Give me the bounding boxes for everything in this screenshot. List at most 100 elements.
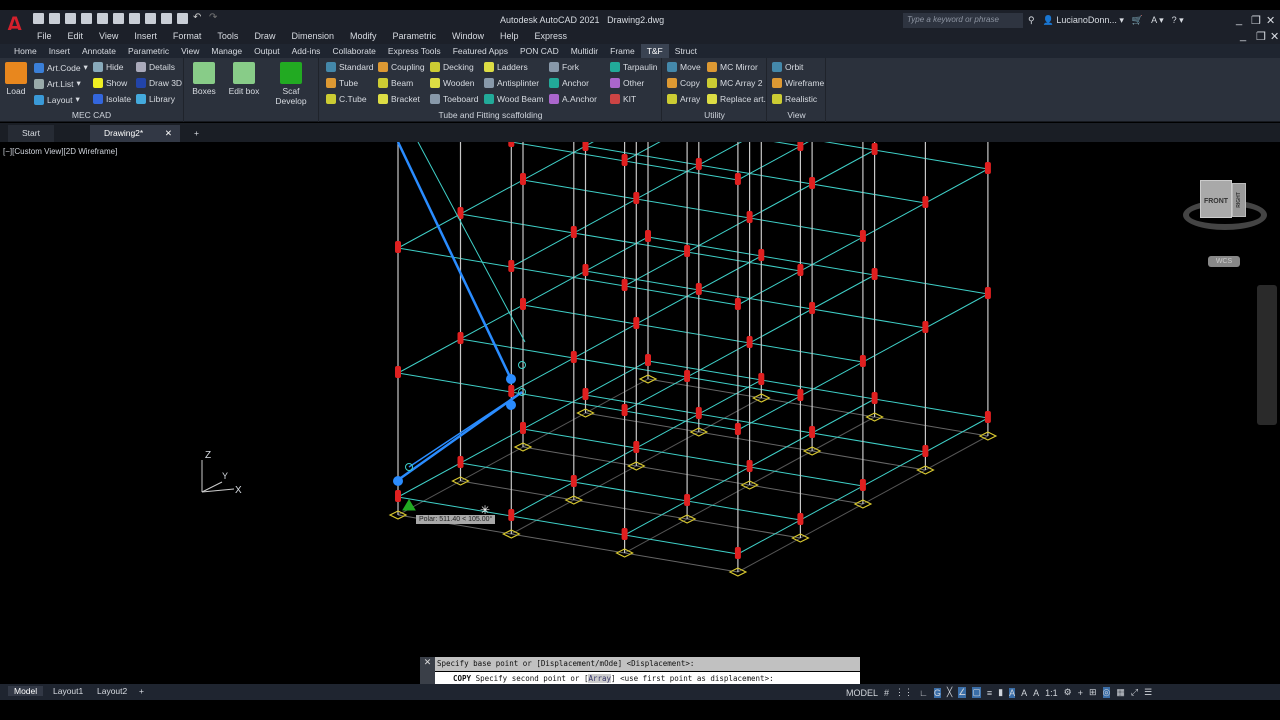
gear-icon[interactable]: ⚙ [1064,687,1072,698]
move-button[interactable]: Move [667,62,701,72]
ribbon-tab-manage[interactable]: Manage [205,44,248,58]
ribbon-tab-frame[interactable]: Frame [604,44,641,58]
draw-3d-button[interactable]: Draw 3D [136,78,182,88]
ribbon-tab-struct[interactable]: Struct [669,44,703,58]
ribbon-tab-express-tools[interactable]: Express Tools [382,44,447,58]
hide-button[interactable]: Hide [93,62,123,72]
menu-window[interactable]: Window [452,30,484,44]
cart-icon[interactable]: 🛒 [1132,15,1143,26]
doc-minimize-button[interactable]: _ [1240,30,1246,42]
add-layout-button[interactable]: + [139,686,144,696]
close-tab-icon[interactable]: ✕ [165,125,172,142]
tab-drawing2[interactable]: Drawing2* ✕ [90,125,180,142]
mc-array-2-button[interactable]: MC Array 2 [707,78,763,88]
bracket-button[interactable]: Bracket [378,94,420,104]
undo-icon[interactable]: ↶ [193,13,204,24]
annotation-visibility-icon[interactable]: A [1009,687,1016,698]
beam-button[interactable]: Beam [378,78,413,88]
match-icon[interactable] [177,13,188,24]
art-code-button[interactable]: Art.Code ▾ [34,62,88,73]
new-icon[interactable] [33,13,44,24]
ribbon-tab-pon-cad[interactable]: PON CAD [514,44,565,58]
fork-button[interactable]: Fork [549,62,579,72]
details-button[interactable]: Details [136,62,175,72]
plus-icon[interactable]: + [1078,688,1083,698]
menu-format[interactable]: Format [173,30,202,44]
art-list-button[interactable]: Art.List ▾ [34,78,81,89]
open-icon[interactable] [49,13,60,24]
doc-close-button[interactable]: ✕ [1270,30,1279,43]
ribbon-tab-add-ins[interactable]: Add-ins [286,44,327,58]
other-button[interactable]: Other [610,78,644,88]
menu-parametric[interactable]: Parametric [393,30,437,44]
properties-icon[interactable] [161,13,172,24]
layout-button[interactable]: Layout ▾ [34,94,80,105]
wcs-menu[interactable]: WCS [1208,256,1240,267]
fullscreen-icon[interactable]: ⤢ [1131,687,1138,698]
tab-start[interactable]: Start [8,125,54,142]
osnap-tracking-icon[interactable]: ∠ [958,687,967,698]
array-button[interactable]: Array [667,94,700,104]
tube-button[interactable]: Tube [326,78,358,88]
ribbon-tab-t-f[interactable]: T&F [640,44,669,58]
search-input[interactable]: Type a keyword or phrase [903,13,1023,28]
isodraft-icon[interactable]: ╳ [947,687,952,698]
load-button[interactable]: Load [4,62,28,96]
new-tab-button[interactable]: + [180,125,213,142]
toeboard-button[interactable]: Toeboard [430,94,478,104]
wood-beam-button[interactable]: Wood Beam [484,94,544,104]
boxes-button[interactable]: Boxes [189,62,219,96]
scaf-develop-button[interactable]: Scaf Develop [267,62,315,106]
lineweight-icon[interactable]: ≡ [987,688,992,698]
menu-insert[interactable]: Insert [134,30,157,44]
menu-tools[interactable]: Tools [217,30,238,44]
menu-view[interactable]: View [99,30,118,44]
ribbon-tab-collaborate[interactable]: Collaborate [326,44,381,58]
hardware-icon[interactable]: ▦ [1116,687,1125,698]
ribbon-tab-home[interactable]: Home [8,44,43,58]
a-anchor-button[interactable]: A.Anchor [549,94,597,104]
command-close-icon[interactable]: ✕ [420,657,435,686]
ribbon-tab-insert[interactable]: Insert [43,44,76,58]
menu-draw[interactable]: Draw [254,30,275,44]
polar-icon[interactable]: G [933,687,941,698]
annotation-scale-icon[interactable]: A [1033,688,1039,698]
menu-express[interactable]: Express [535,30,568,44]
c-tube-button[interactable]: C.Tube [326,94,367,104]
ortho-icon[interactable]: ∟ [919,688,928,698]
autoscale-icon[interactable]: A [1021,688,1027,698]
antisplinter-button[interactable]: Antisplinter [484,78,539,88]
edit-box-button[interactable]: Edit box [227,62,261,96]
osnap-icon[interactable]: ▢ [972,687,981,698]
save-icon[interactable] [65,13,76,24]
show-button[interactable]: Show [93,78,127,88]
model-space-button[interactable]: MODEL [846,688,878,698]
kit-button[interactable]: KIT [610,94,636,104]
units-icon[interactable]: ⊞ [1089,687,1097,698]
autodesk-icon[interactable]: A ▾ [1151,15,1164,26]
ladders-button[interactable]: Ladders [484,62,528,72]
navigation-bar[interactable] [1257,285,1277,425]
library-button[interactable]: Library [136,94,175,104]
help-icon[interactable]: ? ▾ [1172,15,1184,26]
scale-button[interactable]: 1:1 [1045,688,1058,698]
isolate-button[interactable]: Isolate [93,94,131,104]
wireframe-button[interactable]: Wireframe [772,78,824,88]
close-button[interactable]: ✕ [1266,14,1275,27]
web-icon[interactable] [97,13,108,24]
tarpaulin-button[interactable]: Tarpaulin [610,62,658,72]
ribbon-tab-featured-apps[interactable]: Featured Apps [447,44,514,58]
transparency-icon[interactable]: ▮ [998,687,1003,698]
menu-help[interactable]: Help [500,30,519,44]
copy-button[interactable]: Copy [667,78,700,88]
array-option[interactable]: Array [588,674,612,683]
tab-layout1[interactable]: Layout1 [53,686,83,696]
tab-model[interactable]: Model [8,686,44,696]
drawing-viewport[interactable]: [−][Custom View][2D Wireframe] ✳ Z Y X [0,142,1280,684]
menu-file[interactable]: File [37,30,52,44]
mc-mirror-button[interactable]: MC Mirror [707,62,758,72]
user-menu[interactable]: 👤 LucianoDonn... ▾ [1043,15,1124,26]
ribbon-tab-view[interactable]: View [175,44,205,58]
menu-modify[interactable]: Modify [350,30,377,44]
orbit-button[interactable]: Orbit [772,62,803,72]
